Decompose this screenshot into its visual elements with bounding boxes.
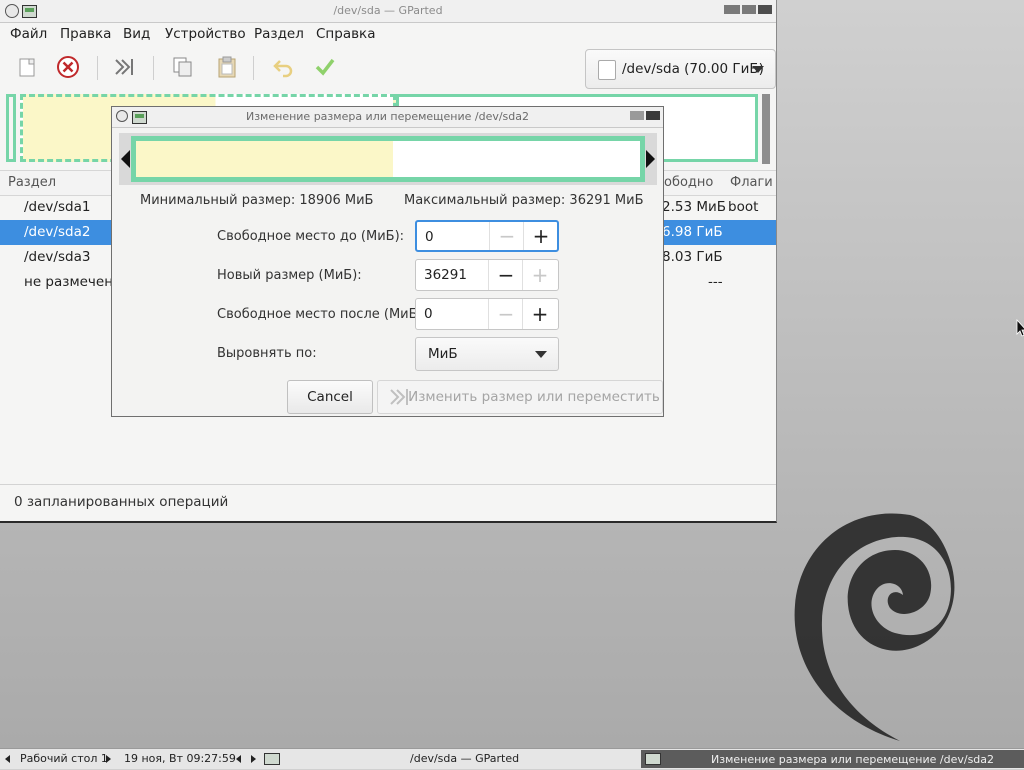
min-size-label: Минимальный размер: 18906 МиБ: [140, 193, 374, 208]
next-desktop-icon[interactable]: [106, 755, 111, 763]
free-after-label: Свободное место после (МиБ):: [217, 307, 427, 322]
close-button[interactable]: [758, 5, 772, 14]
decrement-icon[interactable]: −: [489, 222, 524, 250]
gparted-app-icon: [132, 111, 147, 124]
increment-icon[interactable]: +: [522, 260, 557, 290]
prev-desktop-icon[interactable]: [5, 755, 10, 763]
menu-edit[interactable]: Правка: [60, 22, 111, 46]
window-menu-icon[interactable]: [116, 110, 128, 122]
free-after-input[interactable]: 0: [424, 299, 433, 329]
cancel-button-label: Cancel: [307, 389, 353, 405]
dialog-title: Изменение размера или перемещение /dev/s…: [245, 110, 530, 123]
chevron-down-icon: [535, 351, 547, 358]
resize-move-icon: [115, 59, 133, 75]
column-header-free[interactable]: ободно: [664, 171, 713, 195]
minimize-button[interactable]: [724, 5, 740, 14]
free-before-spinner[interactable]: 0 − +: [415, 220, 559, 252]
debian-logo-icon: [794, 513, 955, 741]
partition-name: /dev/sda1: [24, 199, 91, 215]
taskbar: Рабочий стол 1 19 ноя, Вт 09:27:59 /dev/…: [0, 748, 1024, 769]
free-after-spinner[interactable]: 0 − +: [415, 298, 559, 330]
new-size-input[interactable]: 36291: [424, 260, 467, 290]
desktop-name[interactable]: Рабочий стол 1: [20, 749, 108, 769]
resize-graph[interactable]: [119, 133, 657, 185]
menu-help[interactable]: Справка: [316, 22, 375, 46]
resize-move-dialog: Изменение размера или перемещение /dev/s…: [111, 106, 664, 417]
gparted-task-icon: [264, 753, 280, 765]
align-combobox[interactable]: МиБ: [415, 337, 559, 371]
dialog-titlebar[interactable]: Изменение размера или перемещение /dev/s…: [112, 107, 663, 128]
chevron-down-icon: [752, 66, 764, 73]
menu-device[interactable]: Устройство: [165, 22, 246, 46]
increment-icon[interactable]: +: [523, 222, 558, 250]
task-resize-dialog[interactable]: Изменение размера или перемещение /dev/s…: [641, 750, 1024, 768]
task-resize-dialog-label: Изменение размера или перемещение /dev/s…: [711, 753, 995, 766]
delete-icon: [57, 56, 79, 78]
resize-move-button-label: Изменить размер или переместить: [408, 389, 660, 405]
resize-move-icon: [390, 389, 408, 405]
partition-map-sda1[interactable]: [6, 94, 16, 162]
align-combobox-value: МиБ: [428, 346, 458, 362]
menu-partition[interactable]: Раздел: [254, 22, 304, 46]
partition-free: ---: [708, 274, 723, 290]
window-titlebar[interactable]: /dev/sda — GParted: [0, 0, 776, 23]
prev-task-icon[interactable]: [236, 755, 241, 763]
partition-free: 8.03 ГиБ: [662, 249, 723, 265]
right-resize-handle-icon[interactable]: [646, 150, 655, 168]
window-menu-icon[interactable]: [5, 4, 19, 18]
new-size-spinner[interactable]: 36291 − +: [415, 259, 559, 291]
partition-free: 6.98 ГиБ: [662, 224, 723, 240]
paste-button[interactable]: [214, 54, 240, 80]
close-button[interactable]: [646, 111, 660, 120]
task-gparted[interactable]: /dev/sda — GParted: [410, 749, 519, 769]
dialog-task-icon: [645, 753, 661, 765]
delete-partition-button[interactable]: [55, 54, 81, 80]
menu-view[interactable]: Вид: [123, 22, 150, 46]
new-partition-button[interactable]: [14, 54, 40, 80]
maximize-button[interactable]: [742, 5, 756, 14]
undo-icon: [273, 60, 293, 78]
partition-map-scrollbar[interactable]: [762, 94, 770, 164]
partition-name: /dev/sda3: [24, 249, 91, 265]
decrement-icon[interactable]: −: [488, 299, 523, 329]
partition-name: /dev/sda2: [24, 224, 91, 240]
partition-resize-box[interactable]: [131, 136, 645, 182]
next-task-icon[interactable]: [251, 755, 256, 763]
new-size-label: Новый размер (МиБ):: [217, 268, 362, 283]
resize-move-button[interactable]: [111, 54, 137, 80]
decrement-icon[interactable]: −: [488, 260, 523, 290]
free-before-label: Свободное место до (МиБ):: [217, 229, 405, 244]
pending-operations-status: 0 запланированных операций: [14, 494, 229, 510]
minimize-button[interactable]: [630, 111, 644, 120]
apply-button[interactable]: [312, 54, 338, 80]
apply-icon: [315, 58, 335, 76]
max-size-label: Максимальный размер: 36291 МиБ: [404, 193, 644, 208]
copy-icon: [173, 57, 192, 77]
device-selector-label: /dev/sda (70.00 ГиБ): [622, 61, 764, 77]
window-title: /dev/sda — GParted: [333, 4, 443, 17]
new-icon: [19, 58, 35, 77]
status-bar: 0 запланированных операций: [0, 484, 776, 519]
mouse-cursor-icon: [1016, 319, 1024, 337]
disk-icon: [598, 60, 616, 80]
gparted-app-icon: [22, 5, 37, 18]
partition-name: не размечено: [24, 274, 122, 290]
free-before-input[interactable]: 0: [425, 222, 434, 252]
partition-free: 2.53 МиБ: [662, 199, 727, 215]
partition-flags: boot: [728, 199, 759, 215]
resize-move-confirm-button[interactable]: Изменить размер или переместить: [377, 380, 663, 414]
left-resize-handle-icon[interactable]: [121, 150, 130, 168]
device-selector[interactable]: /dev/sda (70.00 ГиБ): [585, 49, 776, 89]
column-header-flags[interactable]: Флаги: [730, 171, 773, 195]
paste-icon: [218, 56, 236, 78]
column-header-partition[interactable]: Раздел: [8, 171, 56, 195]
align-label: Выровнять по:: [217, 346, 317, 361]
clock[interactable]: 19 ноя, Вт 09:27:59: [124, 749, 236, 769]
menu-file[interactable]: Файл: [10, 22, 47, 46]
copy-button[interactable]: [170, 54, 196, 80]
cancel-button[interactable]: Cancel: [287, 380, 373, 414]
undo-button[interactable]: [270, 54, 296, 80]
increment-icon[interactable]: +: [522, 299, 557, 329]
